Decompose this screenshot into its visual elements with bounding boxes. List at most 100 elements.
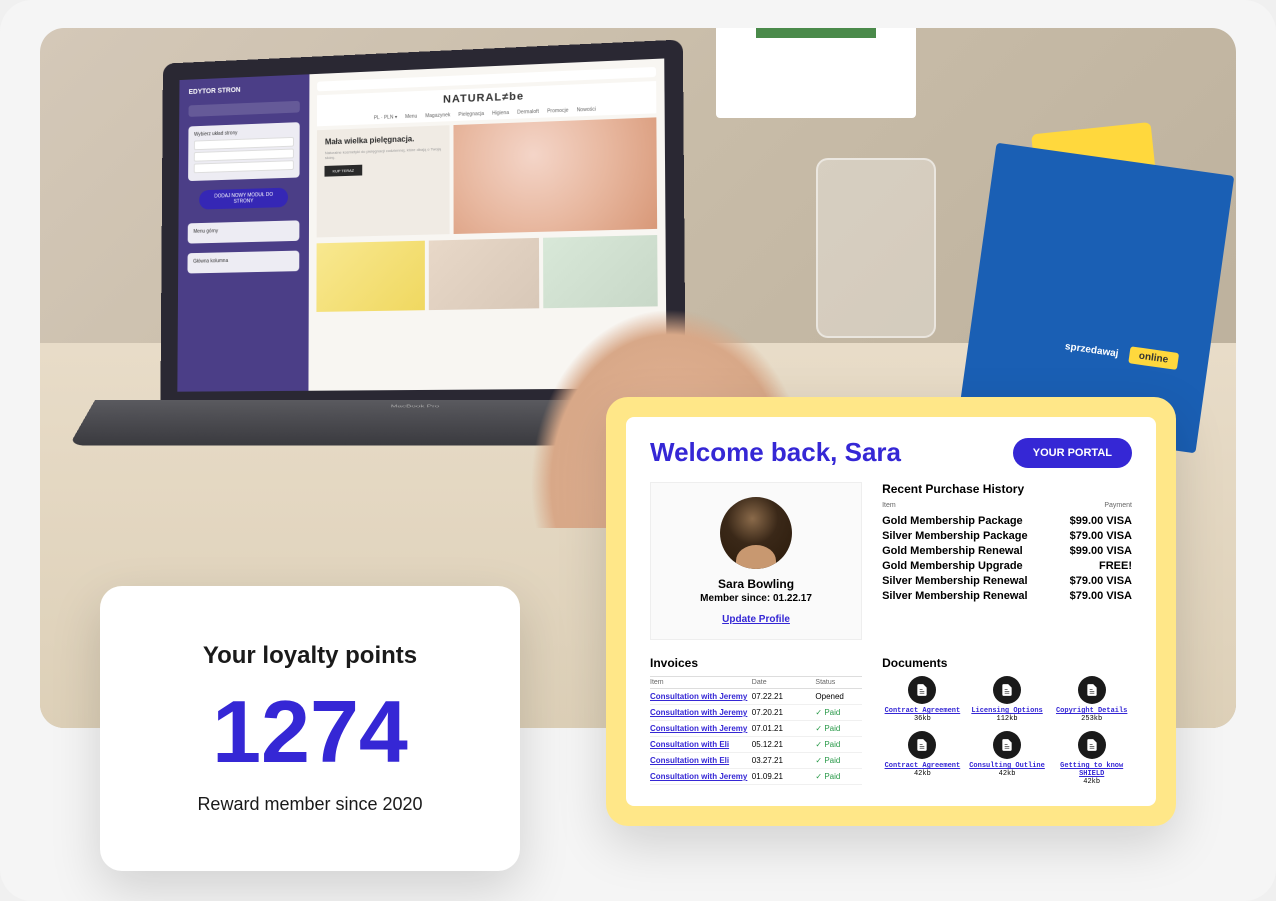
nav-item[interactable]: Promocje (547, 108, 568, 115)
purchase-history: Recent Purchase History Item Payment Gol… (882, 482, 1132, 640)
module-menu[interactable]: Menu górny (193, 226, 294, 234)
file-icon (1078, 676, 1106, 704)
document-name-link[interactable]: Licensing Options (971, 707, 1042, 715)
inv-head-item: Item (650, 679, 752, 686)
document-size: 42kb (914, 770, 931, 778)
invoices-header: Item Date Status (650, 676, 862, 689)
invoice-status: Paid (815, 724, 862, 733)
avatar (720, 497, 792, 569)
canvas: sprzedawaj online EDYTOR STRON Wybierz u… (0, 0, 1276, 901)
profile-panel: Sara Bowling Member since: 01.22.17 Upda… (650, 482, 862, 640)
invoice-date: 03.27.21 (752, 756, 816, 765)
document-name-link[interactable]: Copyright Details (1056, 707, 1127, 715)
update-profile-link[interactable]: Update Profile (722, 614, 790, 625)
history-row: Gold Membership Renewal$99.00 VISA (882, 543, 1132, 558)
file-icon (993, 676, 1021, 704)
history-item: Silver Membership Package (882, 530, 1028, 542)
history-payment: $79.00 VISA (1070, 575, 1132, 587)
editor-sidebar: EDYTOR STRON Wybierz układ strony DODAJ … (177, 74, 309, 391)
hero-text: Mała wielka pielęgnacja. Naturalne kosme… (317, 125, 450, 237)
hero-subtitle: Naturalne kosmetyki do pielęgnacji codzi… (325, 146, 442, 160)
document-size: 36kb (914, 715, 931, 723)
history-payment: FREE! (1099, 560, 1132, 572)
history-rows: Gold Membership Package$99.00 VISASilver… (882, 513, 1132, 603)
portal-inner: Welcome back, Sara YOUR PORTAL Sara Bowl… (626, 417, 1156, 806)
add-module-button[interactable]: DODAJ NOWY MODUŁ DO STRONY (199, 188, 289, 210)
history-item: Gold Membership Upgrade (882, 560, 1023, 572)
document-name-link[interactable]: Contract Agreement (885, 762, 961, 770)
document-item[interactable]: Getting to know SHIELD42kb (1051, 731, 1132, 786)
nav-item[interactable]: Pielęgnacja (458, 111, 484, 118)
hero-cta-button[interactable]: KUP TERAZ (325, 165, 362, 177)
product-thumb[interactable] (317, 241, 425, 312)
invoice-status: Opened (815, 692, 862, 701)
history-payment: $79.00 VISA (1070, 530, 1132, 542)
invoice-item-link[interactable]: Consultation with Eli (650, 756, 752, 765)
portal-row-bottom: Invoices Item Date Status Consultation w… (650, 656, 1132, 786)
invoice-item-link[interactable]: Consultation with Jeremy (650, 724, 752, 733)
nav-lang[interactable]: PL · PLN ▾ (374, 114, 397, 121)
history-row: Silver Membership Renewal$79.00 VISA (882, 588, 1132, 603)
module-column[interactable]: Główna kolumna (193, 257, 294, 265)
document-size: 42kb (1083, 778, 1100, 786)
nav-item[interactable]: Menu (405, 114, 417, 120)
documents-panel: Documents Contract Agreement36kbLicensin… (882, 656, 1132, 786)
nav-item[interactable]: Higiena (492, 110, 509, 117)
modules-section: Główna kolumna (187, 251, 299, 274)
nav-item[interactable]: Nowości (577, 107, 596, 114)
water-glass (816, 158, 936, 338)
laptop-brand: MacBook Pro (391, 404, 440, 408)
invoice-date: 07.22.21 (752, 692, 816, 701)
file-icon (908, 676, 936, 704)
document-item[interactable]: Copyright Details253kb (1051, 676, 1132, 723)
invoice-item-link[interactable]: Consultation with Jeremy (650, 772, 752, 781)
brochure-tag: online (1128, 346, 1179, 370)
invoice-row: Consultation with Jeremy07.20.21Paid (650, 705, 862, 721)
brochure-label: sprzedawaj (1064, 341, 1119, 359)
invoice-row: Consultation with Eli03.27.21Paid (650, 753, 862, 769)
invoice-date: 07.01.21 (752, 724, 816, 733)
portal-header: Welcome back, Sara YOUR PORTAL (650, 437, 1132, 468)
invoice-item-link[interactable]: Consultation with Jeremy (650, 708, 752, 717)
document-name-link[interactable]: Consulting Outline (969, 762, 1045, 770)
hero-section: Mała wielka pielęgnacja. Naturalne kosme… (317, 117, 657, 237)
document-name-link[interactable]: Contract Agreement (885, 707, 961, 715)
invoices-rows: Consultation with Jeremy07.22.21OpenedCo… (650, 689, 862, 785)
sidebar-title: EDYTOR STRON (189, 84, 300, 96)
history-row: Silver Membership Package $79.00 VISA (882, 528, 1132, 543)
history-payment: $79.00 VISA (1070, 590, 1132, 602)
invoices-panel: Invoices Item Date Status Consultation w… (650, 656, 862, 786)
sidebar-dropdown[interactable] (189, 101, 301, 117)
portal-row-top: Sara Bowling Member since: 01.22.17 Upda… (650, 482, 1132, 640)
history-item: Gold Membership Renewal (882, 545, 1023, 557)
product-thumb[interactable] (543, 235, 657, 308)
document-item[interactable]: Contract Agreement42kb (882, 731, 963, 786)
layout-label: Wybierz układ strony (194, 128, 294, 138)
invoice-status: Paid (815, 772, 862, 781)
invoice-item-link[interactable]: Consultation with Eli (650, 740, 752, 749)
loyalty-title: Your loyalty points (203, 642, 417, 670)
layout-option[interactable] (194, 160, 294, 173)
invoice-row: Consultation with Jeremy07.22.21Opened (650, 689, 862, 705)
loyalty-card: Your loyalty points 1274 Reward member s… (100, 586, 520, 871)
document-name-link[interactable]: Getting to know SHIELD (1051, 762, 1132, 778)
invoice-row: Consultation with Jeremy01.09.21Paid (650, 769, 862, 785)
history-head-item: Item (882, 502, 896, 509)
history-item: Silver Membership Renewal (882, 575, 1028, 587)
nav-item[interactable]: Magazynek (425, 112, 450, 119)
your-portal-button[interactable]: YOUR PORTAL (1013, 438, 1132, 468)
invoice-row: Consultation with Eli05.12.21Paid (650, 737, 862, 753)
product-thumb[interactable] (429, 238, 540, 310)
invoice-row: Consultation with Jeremy07.01.21Paid (650, 721, 862, 737)
document-item[interactable]: Licensing Options112kb (967, 676, 1048, 723)
document-item[interactable]: Contract Agreement36kb (882, 676, 963, 723)
file-icon (993, 731, 1021, 759)
inv-head-date: Date (752, 679, 816, 686)
profile-name: Sara Bowling (718, 577, 794, 591)
nav-item[interactable]: Dermaloft (517, 109, 539, 116)
history-payment: $99.00 VISA (1070, 515, 1132, 527)
document-item[interactable]: Consulting Outline42kb (967, 731, 1048, 786)
sidebar-section: Wybierz układ strony (188, 122, 300, 181)
history-item: Gold Membership Package (882, 515, 1023, 527)
invoice-item-link[interactable]: Consultation with Jeremy (650, 692, 752, 701)
